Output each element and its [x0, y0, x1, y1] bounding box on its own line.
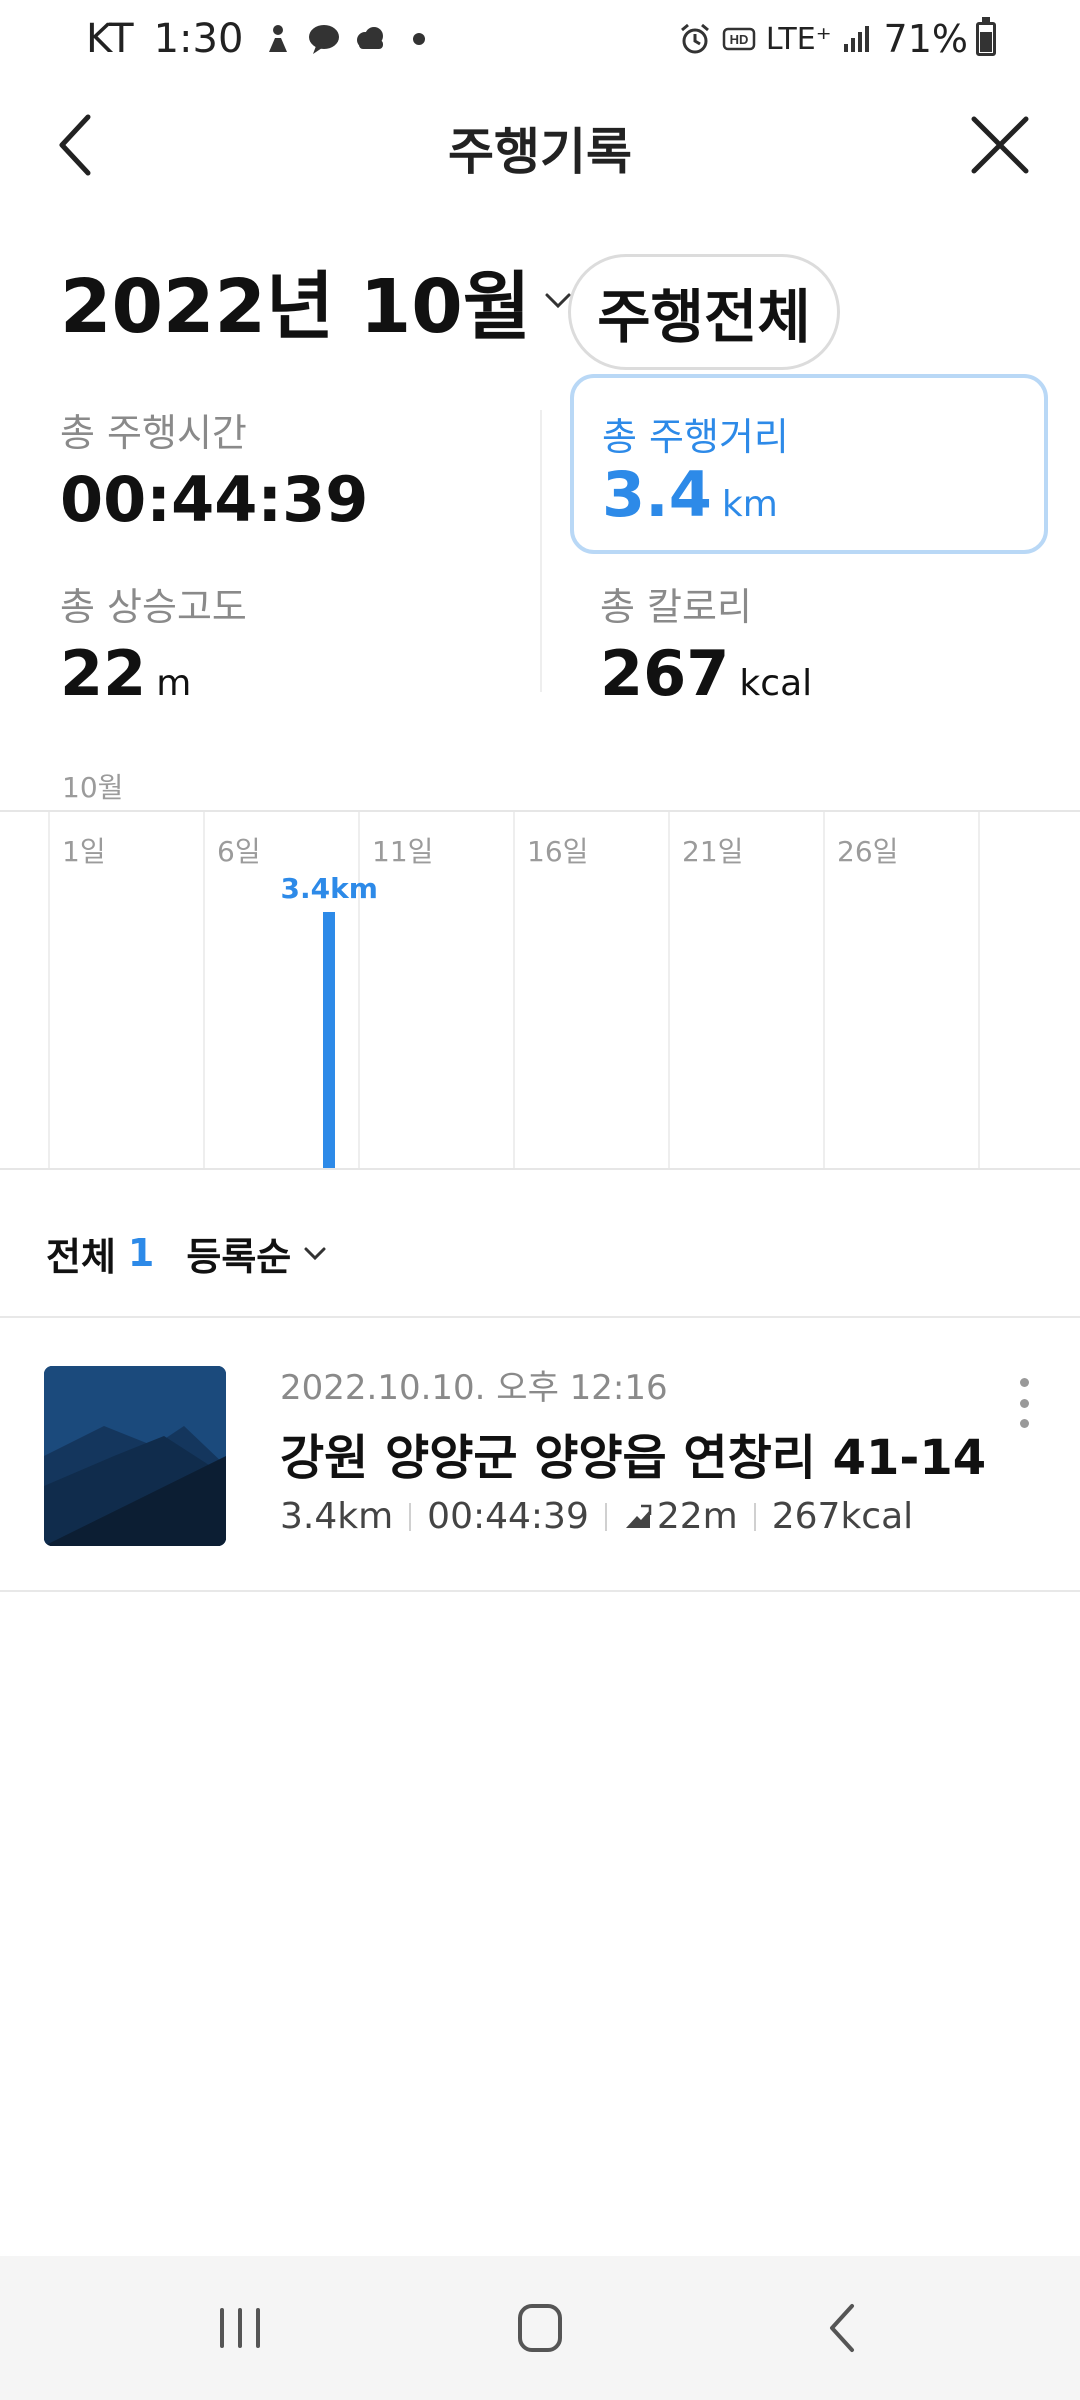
stat-value: 22 m [60, 637, 247, 710]
month-selector[interactable]: 2022년 10월 [60, 240, 575, 360]
alarm-icon [680, 23, 709, 54]
page-title: 주행기록 [448, 123, 632, 181]
time-value: 00:44:39 [60, 463, 369, 536]
elevation-value: 22 [60, 637, 147, 710]
chart-tick-label: 21일 [682, 835, 744, 868]
distance-value: 3.4 [602, 458, 712, 531]
stats-divider [540, 410, 542, 692]
svg-text:HD: HD [729, 32, 748, 47]
stat-total-elevation[interactable]: 총 상승고도 22 m [60, 576, 247, 710]
route-thumbnail [44, 1366, 226, 1546]
mountain-image-icon [44, 1366, 226, 1546]
elevation-unit: m [156, 663, 192, 704]
total-count: 1 [127, 1231, 155, 1275]
battery-percent: 71% [883, 17, 968, 61]
chart-grid-line [668, 812, 670, 1168]
sort-label: 등록순 [186, 1234, 292, 1279]
record-distance: 3.4km [280, 1496, 394, 1537]
status-left: KT 1:30 [86, 14, 426, 64]
list-header: 전체 1 등록순 [46, 1218, 329, 1288]
chart-bar-label: 3.4km [280, 872, 378, 905]
close-icon[interactable] [960, 105, 1040, 185]
month-label: 2022년 10월 [60, 263, 531, 350]
stat-total-time[interactable]: 총 주행시간 00:44:39 [60, 402, 368, 536]
notification-dot-icon [413, 33, 426, 45]
stat-total-distance[interactable]: 총 주행거리 3.4 km [570, 374, 1048, 554]
stat-label: 총 칼로리 [600, 585, 752, 629]
chart-grid-line [358, 812, 360, 1168]
status-time: 1:30 [153, 16, 244, 62]
record-calories: 267kcal [771, 1496, 914, 1537]
status-bar: KT 1:30 HD LTE⁺ 71% [0, 0, 1080, 80]
separator [604, 1502, 607, 1531]
cloud-icon [357, 27, 384, 49]
person-icon [269, 25, 288, 52]
distance-unit: km [721, 484, 778, 525]
recent-apps-icon[interactable] [200, 2292, 280, 2364]
stat-value: 3.4 km [602, 458, 778, 531]
chart-tick-label: 26일 [837, 835, 899, 868]
hd-voice-icon: HD [722, 27, 756, 51]
talk-icon [309, 25, 340, 54]
chart-tick-label: 16일 [527, 835, 589, 868]
system-nav-bar [0, 2256, 1080, 2400]
chart-grid-line [978, 812, 980, 1168]
stat-value: 267 kcal [600, 637, 812, 710]
chart-grid-line [513, 812, 515, 1168]
chart-tick-label: 11일 [372, 835, 434, 868]
total-label: 전체 [46, 1234, 116, 1279]
battery-icon [976, 17, 996, 56]
chart-tick-label: 1일 [62, 835, 106, 868]
list-divider-bottom [0, 1590, 1080, 1592]
signal-icon [843, 26, 869, 52]
calorie-unit: kcal [739, 663, 813, 704]
stat-label: 총 주행거리 [602, 415, 789, 459]
chart-month-label: 10월 [62, 771, 124, 804]
chart-grid-line [203, 812, 205, 1168]
chevron-down-icon [304, 1247, 326, 1261]
calorie-value: 267 [600, 637, 730, 710]
chart-grid-line [823, 812, 825, 1168]
elevation-icon [625, 1504, 652, 1528]
more-options-icon[interactable] [1004, 1368, 1044, 1438]
home-icon[interactable] [500, 2292, 580, 2364]
record-date: 2022.10.10. 오후 12:16 [280, 1368, 668, 1408]
stat-label: 총 주행시간 [60, 411, 247, 455]
record-title: 강원 양양군 양양읍 연창리 41-14 [280, 1430, 987, 1486]
record-duration: 00:44:39 [427, 1496, 589, 1537]
sort-dropdown[interactable]: 등록순 [186, 1226, 329, 1281]
list-item[interactable]: 2022.10.10. 오후 12:16 강원 양양군 양양읍 연창리 41-1… [0, 1318, 1080, 1590]
network-label: LTE⁺ [765, 21, 832, 57]
status-right: HD LTE⁺ 71% [678, 14, 996, 64]
carrier-label: KT [86, 16, 134, 62]
record-stats: 3.4km 00:44:39 22m 267kcal [280, 1496, 913, 1537]
app-bar: 주행기록 [0, 90, 1080, 200]
back-nav-icon[interactable] [804, 2292, 884, 2364]
chart-bar[interactable] [323, 912, 335, 1168]
chart-grid-line [48, 812, 50, 1168]
stat-label: 총 상승고도 [60, 585, 247, 629]
stat-value: 00:44:39 [60, 463, 368, 536]
chart-tick-label: 6일 [217, 835, 261, 868]
separator [409, 1502, 412, 1531]
separator [753, 1502, 756, 1531]
filter-chip-all-rides[interactable]: 주행전체 [568, 254, 840, 370]
stat-total-calories[interactable]: 총 칼로리 267 kcal [600, 576, 812, 710]
distance-chart[interactable]: 1일 6일 11일 16일 21일 26일 3.4km [0, 810, 1080, 1170]
record-elevation: 22m [656, 1496, 738, 1537]
